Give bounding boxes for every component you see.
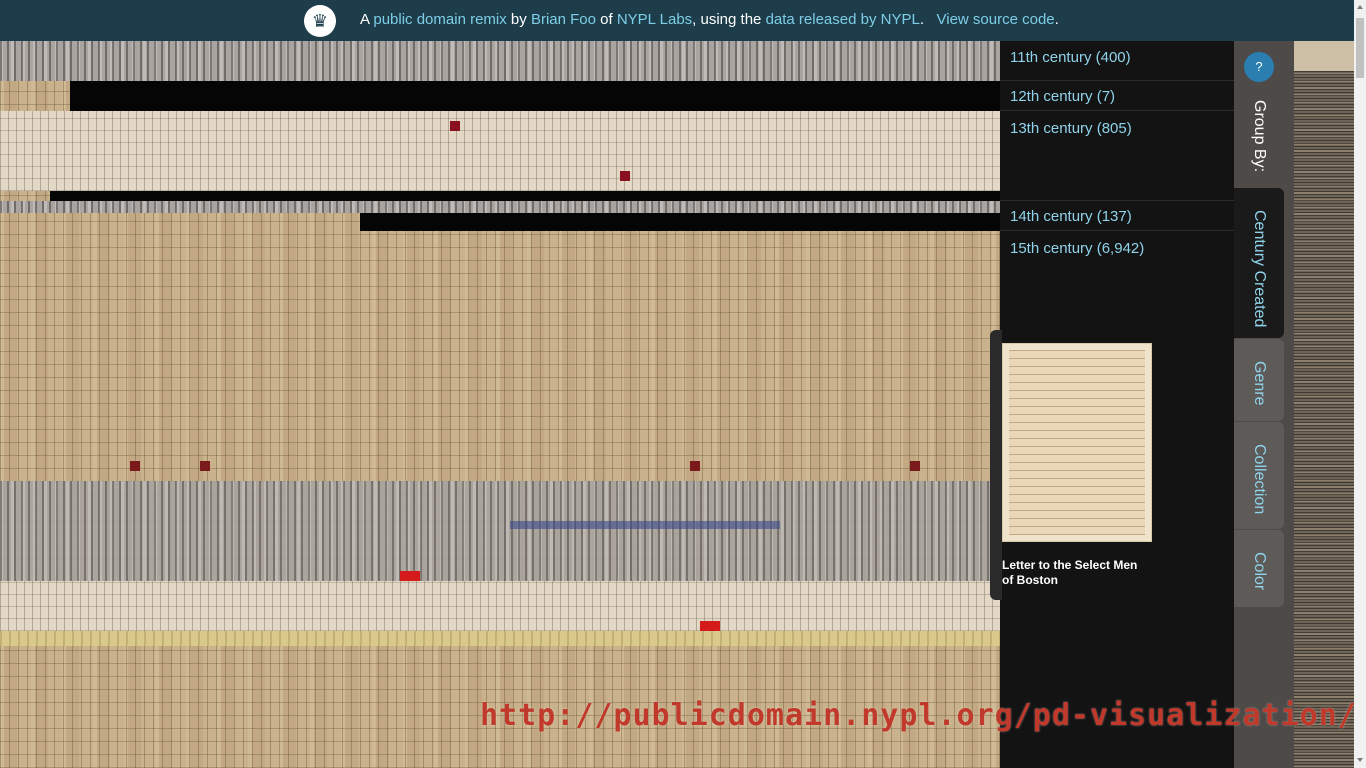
tab-genre[interactable]: Genre <box>1234 339 1284 421</box>
tab-collection[interactable]: Collection <box>1234 422 1284 529</box>
tab-label: Collection <box>1251 444 1268 515</box>
century-item-11th[interactable]: 11th century (400) <box>1000 49 1234 66</box>
credit-using: , using the <box>692 11 762 28</box>
preview-image[interactable] <box>1002 343 1152 542</box>
credit-of: of <box>600 11 613 28</box>
mosaic-tile[interactable] <box>130 461 140 471</box>
nypl-lion-icon[interactable]: ♛ <box>304 5 336 37</box>
texture-strip <box>1294 41 1354 768</box>
century-item-13th[interactable]: 13th century (805) <box>1000 110 1234 137</box>
nypl-labs-link[interactable]: NYPL Labs <box>617 11 692 28</box>
tab-century-created[interactable]: Century Created <box>1234 188 1284 338</box>
vertical-scrollbar[interactable] <box>1354 0 1366 768</box>
mosaic-tile[interactable] <box>690 461 700 471</box>
scroll-down-icon[interactable] <box>1357 758 1363 762</box>
author-link[interactable]: Brian Foo <box>531 11 596 28</box>
mosaic-tile[interactable] <box>700 621 720 631</box>
mosaic-band-11th[interactable] <box>0 41 1000 81</box>
mosaic-tile[interactable] <box>510 521 780 529</box>
mosaic-band-yellow[interactable] <box>0 631 1000 646</box>
view-source-link[interactable]: View source code <box>937 11 1055 28</box>
credit-prefix: A <box>360 11 370 28</box>
century-item-15th[interactable]: 15th century (6,942) <box>1000 230 1234 257</box>
mosaic-gap <box>50 191 1000 201</box>
tab-label: Genre <box>1251 361 1268 406</box>
tab-label: Color <box>1251 552 1268 591</box>
scroll-up-icon[interactable] <box>1357 5 1363 9</box>
century-item-12th[interactable]: 12th century (7) <box>1000 80 1234 105</box>
help-button[interactable]: ? <box>1244 52 1274 82</box>
public-domain-remix-link[interactable]: public domain remix <box>373 11 506 28</box>
century-item-14th[interactable]: 14th century (137) <box>1000 200 1234 225</box>
image-mosaic[interactable] <box>0 41 1000 768</box>
mosaic-band-gray[interactable] <box>0 481 1000 581</box>
mosaic-gap <box>360 213 1000 231</box>
mosaic-band-13th[interactable] <box>0 111 1000 191</box>
credit-end: . <box>1054 11 1059 28</box>
tab-color[interactable]: Color <box>1234 530 1284 607</box>
mosaic-gap <box>70 81 1000 111</box>
mosaic-tile[interactable] <box>200 461 210 471</box>
credit-period: . <box>919 11 924 28</box>
mosaic-band-cream[interactable] <box>0 581 1000 631</box>
url-watermark: http://publicdomain.nypl.org/pd-visualiz… <box>480 698 1357 733</box>
mosaic-tile[interactable] <box>450 121 460 131</box>
data-released-link[interactable]: data released by NYPL <box>766 11 920 28</box>
preview-title[interactable]: Letter to the Select Men of Boston <box>1002 558 1152 588</box>
credit-by: by <box>510 11 527 28</box>
top-banner: ♛ A public domain remix by Brian Foo of … <box>0 0 1354 41</box>
tab-label: Century Created <box>1251 210 1268 328</box>
mosaic-tile[interactable] <box>910 461 920 471</box>
groupby-label: Group By: <box>1251 100 1268 173</box>
credit-text: A public domain remix by Brian Foo of NY… <box>360 11 1059 28</box>
mosaic-tile[interactable] <box>620 171 630 181</box>
scrollbar-thumb[interactable] <box>1356 18 1364 78</box>
preview-tab <box>990 330 1002 600</box>
mosaic-tile[interactable] <box>400 571 420 581</box>
mosaic-band-14th[interactable] <box>0 201 1000 213</box>
